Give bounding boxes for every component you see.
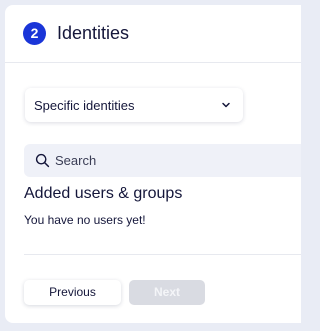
- identity-type-select[interactable]: Specific identities: [25, 88, 243, 122]
- previous-button[interactable]: Previous: [24, 280, 121, 305]
- search-box: [24, 144, 301, 177]
- chevron-down-icon: [222, 102, 230, 108]
- search-icon: [35, 153, 50, 168]
- page-title: Identities: [57, 23, 130, 43]
- added-users-groups-heading: Added users & groups: [24, 185, 183, 202]
- identities-card: 2 Identities Specific identities Added u…: [5, 5, 301, 323]
- step-number-badge: 2: [23, 22, 46, 45]
- footer-divider: [24, 254, 301, 255]
- next-button[interactable]: Next: [129, 280, 205, 305]
- card-header: 2 Identities: [5, 5, 301, 63]
- empty-users-message: You have no users yet!: [24, 213, 146, 227]
- search-input[interactable]: [55, 144, 295, 177]
- identity-type-select-value: Specific identities: [34, 98, 135, 113]
